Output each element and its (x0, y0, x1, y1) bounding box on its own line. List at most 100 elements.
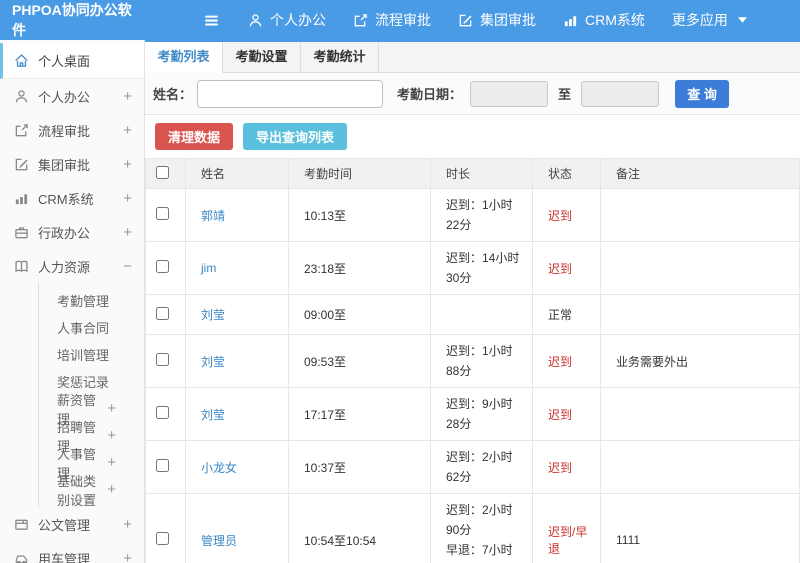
expand-toggle-icon[interactable]: + (123, 550, 132, 563)
nav-item[interactable]: 个人办公 (248, 10, 326, 30)
remark-cell (600, 188, 800, 242)
app-title: PHPOA协同办公软件 (12, 2, 132, 38)
expand-toggle-icon[interactable]: + (107, 454, 116, 471)
sidebar-item[interactable]: 集团审批 + (0, 147, 144, 181)
sidebar-item[interactable]: 流程审批 + (0, 113, 144, 147)
status-badge: 迟到 (548, 208, 573, 223)
sidebar-subitem[interactable]: 人事合同 (39, 314, 144, 341)
select-all-checkbox[interactable] (156, 165, 169, 179)
name-input[interactable] (197, 79, 384, 108)
row-checkbox[interactable] (156, 306, 169, 320)
expand-toggle-icon[interactable]: + (123, 190, 132, 207)
duration-cell: 迟到：2小时62分 (430, 440, 533, 494)
employee-name-link[interactable]: 刘莹 (201, 408, 225, 422)
row-checkbox[interactable] (156, 406, 169, 419)
sidebar-item-label: 人力资源 (38, 259, 91, 275)
row-checkbox[interactable] (156, 353, 169, 366)
expand-toggle-icon[interactable]: + (107, 481, 116, 498)
status-cell: 迟到/早退 (532, 493, 601, 563)
sidebar-item[interactable]: CRM系统 + (0, 181, 144, 215)
sidebar-subitem[interactable]: 基础类别设置 + (39, 474, 144, 508)
expand-toggle-icon[interactable]: + (123, 156, 132, 173)
expand-toggle-icon[interactable]: + (123, 516, 132, 533)
tab[interactable]: 考勤列表 (145, 42, 223, 73)
sidebar-item[interactable]: 用车管理 + (0, 541, 144, 563)
table-head: 姓名 考勤时间 时长 状态 备注 (145, 158, 800, 189)
expand-toggle-icon[interactable]: + (107, 400, 116, 417)
table-row: 管理员 10:54至10:54迟到：2小时90分 早退：7小时10分迟到/早退 11… (145, 493, 800, 563)
date-label: 考勤日期： (397, 87, 463, 102)
home-icon (14, 53, 29, 68)
status-badge: 迟到 (548, 460, 573, 475)
nav-item-label: 流程审批 (375, 12, 431, 28)
search-bar: 姓名： 考勤日期： 至 查 询 (145, 73, 800, 115)
nav-item[interactable]: 集团审批 (458, 10, 536, 30)
toolbar: 清理数据 导出查询列表 (145, 115, 800, 158)
employee-name-link[interactable]: jim (201, 261, 216, 275)
employee-name-link[interactable]: 管理员 (201, 534, 237, 548)
date-from-input[interactable] (470, 80, 549, 107)
expand-toggle-icon[interactable]: − (123, 258, 132, 275)
clean-data-button[interactable]: 清理数据 (155, 123, 234, 150)
duration-cell: 迟到：1小时88分 (430, 334, 533, 388)
export-list-button[interactable]: 导出查询列表 (243, 123, 348, 150)
sidebar-item[interactable]: 行政办公 + (0, 215, 144, 249)
header-nav: 个人办公 流程审批 集团审批 CRM系统 更多应用 (248, 10, 747, 30)
nav-item-label: CRM系统 (585, 12, 645, 28)
row-checkbox[interactable] (156, 207, 169, 220)
status-cell: 迟到 (532, 188, 601, 242)
expand-toggle-icon[interactable]: + (107, 427, 116, 444)
expand-toggle-icon[interactable]: + (123, 122, 132, 139)
attendance-time-cell: 09:00至 (288, 294, 431, 335)
flow-icon (353, 13, 368, 28)
sidebar-item-label: 个人办公 (38, 89, 91, 105)
chart-icon (563, 13, 578, 28)
expand-toggle-icon[interactable]: + (123, 224, 132, 241)
date-to-input[interactable] (581, 80, 660, 107)
status-badge: 正常 (548, 308, 573, 322)
sidebar-item[interactable]: 公文管理 + (0, 507, 144, 541)
query-button[interactable]: 查 询 (675, 79, 730, 108)
expand-toggle-icon[interactable]: + (123, 88, 132, 105)
attendance-table: 姓名 考勤时间 时长 状态 备注 郭靖 10:13至 迟到：1小时22分 迟到 jim 23:18… (145, 158, 800, 563)
sidebar-subitem[interactable]: 考勤管理 (39, 287, 144, 314)
remark-cell (600, 440, 800, 494)
employee-name-link[interactable]: 刘莹 (201, 308, 225, 322)
flow-icon (14, 123, 29, 138)
edit-icon (14, 157, 29, 172)
row-checkbox[interactable] (156, 459, 169, 472)
status-cell: 迟到 (532, 241, 601, 295)
tab[interactable]: 考勤统计 (301, 42, 379, 72)
row-checkbox[interactable] (156, 260, 169, 273)
sidebar-subitem-label: 基础类别设置 (57, 473, 97, 508)
sidebar-subitem-label: 人事合同 (57, 321, 110, 336)
tab[interactable]: 考勤设置 (223, 42, 301, 72)
employee-name-link[interactable]: 小龙女 (201, 461, 237, 475)
nav-item[interactable]: CRM系统 (563, 10, 645, 30)
sidebar-item[interactable]: 个人办公 + (0, 79, 144, 113)
chart-icon (14, 191, 29, 206)
sidebar-item-label: 个人桌面 (38, 54, 91, 69)
column-header: 姓名 (185, 158, 289, 189)
row-checkbox[interactable] (156, 532, 169, 545)
nav-item[interactable]: 流程审批 (353, 10, 431, 30)
status-cell: 迟到 (532, 440, 601, 494)
briefcase-icon (14, 225, 29, 240)
attendance-time-cell: 10:37至 (288, 440, 431, 494)
nav-item[interactable]: 更多应用 (672, 10, 747, 30)
status-cell: 正常 (532, 294, 601, 335)
menu-icon[interactable] (203, 12, 220, 29)
sidebar-subitem-label: 奖惩记录 (57, 375, 110, 390)
employee-name-link[interactable]: 郭靖 (201, 209, 225, 223)
sidebar-item-label: 用车管理 (38, 551, 91, 563)
main-area: 考勤列表 考勤设置 考勤统计 姓名： 考勤日期： 至 查 询 清理数据 导出查询列表… (145, 40, 800, 563)
employee-name-link[interactable]: 刘莹 (201, 355, 225, 369)
status-cell: 迟到 (532, 334, 601, 388)
sidebar-subitem-label: 考勤管理 (57, 294, 110, 309)
sidebar-item[interactable]: 个人桌面 (0, 43, 144, 79)
sidebar-item[interactable]: 人力资源 − (0, 249, 144, 283)
sidebar-subitem[interactable]: 培训管理 (39, 341, 144, 368)
user-icon (14, 89, 29, 104)
book-icon (14, 259, 29, 274)
status-cell: 迟到 (532, 387, 601, 441)
